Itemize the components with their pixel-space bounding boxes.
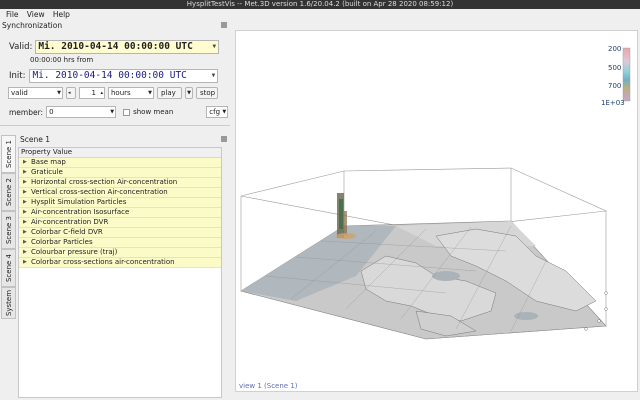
step-value: 1 bbox=[91, 89, 96, 97]
tree-item-label: Graticule bbox=[31, 168, 63, 176]
tree-item[interactable]: ▶ Colorbar Particles bbox=[19, 238, 221, 248]
tree-item-label: Air-concentration Isosurface bbox=[31, 208, 130, 216]
chevron-down-icon: ▼ bbox=[222, 109, 227, 115]
menu-view[interactable]: View bbox=[24, 9, 48, 20]
tree-item[interactable]: ▶ Hysplit Simulation Particles bbox=[19, 198, 221, 208]
tab-label: System bbox=[4, 289, 13, 317]
dock-float-icon[interactable] bbox=[221, 136, 227, 142]
init-time-select[interactable]: Mi. 2010-04-14 00:00:00 UTC ▼ bbox=[29, 69, 219, 83]
expand-arrow-icon[interactable]: ▶ bbox=[23, 198, 31, 207]
chevron-down-icon: ▼ bbox=[212, 43, 217, 50]
time-unit-select[interactable]: hours ▼ bbox=[108, 87, 154, 99]
expand-arrow-icon[interactable]: ▶ bbox=[23, 238, 31, 247]
time-mode-select[interactable]: valid ▼ bbox=[8, 87, 63, 99]
member-label: member: bbox=[9, 107, 44, 117]
chevron-down-icon: ▼ bbox=[57, 90, 61, 96]
tree-header: Property Value bbox=[19, 148, 221, 158]
tree-item[interactable]: ▶ Colorbar C-field DVR bbox=[19, 228, 221, 238]
valid-time-select[interactable]: Mi. 2010-04-14 00:00:00 UTC ▼ bbox=[35, 40, 220, 54]
show-mean-checkbox[interactable]: show mean bbox=[123, 108, 173, 116]
scene-panel-title: Scene 1 bbox=[20, 135, 51, 144]
play-button[interactable]: play bbox=[157, 87, 182, 99]
3d-viewport[interactable]: 200 500 700 1E+03 bbox=[235, 30, 638, 392]
tab-label: Scene 2 bbox=[4, 177, 13, 207]
tree-item-label: Colorbar cross-sections air-concentratio… bbox=[31, 258, 175, 266]
tab-label: Scene 4 bbox=[4, 253, 13, 283]
tree-item-label: Colorbar C-field DVR bbox=[31, 228, 103, 236]
tree-item-label: Base map bbox=[31, 158, 66, 166]
colorbar-tick: 1E+03 bbox=[601, 99, 625, 107]
step-back-button[interactable]: ◂ bbox=[66, 87, 76, 99]
expand-arrow-icon[interactable]: ▶ bbox=[23, 218, 31, 227]
play-options-button[interactable]: ▼ bbox=[185, 87, 193, 99]
tab-scene-4[interactable]: Scene 4 bbox=[1, 249, 16, 287]
tree-item[interactable]: ▶ Colorbar cross-sections air-concentrati… bbox=[19, 258, 221, 268]
hours-from-label: 00:00:00 hrs from bbox=[30, 56, 94, 64]
scene-render: 200 500 700 1E+03 bbox=[240, 45, 631, 340]
tree-item-label: Vertical cross-section Air-concentration bbox=[31, 188, 168, 196]
scene-property-tree[interactable]: Property Value ▶ Base map ▶ Graticule ▶ Horiz… bbox=[18, 147, 222, 398]
expand-arrow-icon[interactable]: ▶ bbox=[23, 168, 31, 177]
chevron-down-icon: ▼ bbox=[110, 109, 115, 115]
spin-icon: ▴ bbox=[100, 90, 103, 96]
chevron-down-icon: ▼ bbox=[148, 90, 152, 96]
cfg-button[interactable]: cfg ▼ bbox=[206, 106, 229, 118]
chevron-down-icon: ▼ bbox=[211, 72, 216, 79]
menu-file[interactable]: File bbox=[3, 9, 22, 20]
tree-item[interactable]: ▶ Horizontal cross-section Air-concentrat… bbox=[19, 178, 221, 188]
expand-arrow-icon[interactable]: ▶ bbox=[23, 258, 31, 267]
colorbar bbox=[622, 47, 631, 102]
cfg-label: cfg bbox=[209, 108, 221, 116]
expand-arrow-icon[interactable]: ▶ bbox=[23, 158, 31, 167]
tree-item[interactable]: ▶ Air-concentration DVR bbox=[19, 218, 221, 228]
valid-label: Valid: bbox=[9, 42, 33, 52]
tab-label: Scene 3 bbox=[4, 215, 13, 245]
member-value: 0 bbox=[49, 108, 54, 116]
time-mode-value: valid bbox=[11, 89, 28, 97]
expand-arrow-icon[interactable]: ▶ bbox=[23, 178, 31, 187]
tree-item-label: Colourbar pressure (traj) bbox=[31, 248, 118, 256]
tab-scene-3[interactable]: Scene 3 bbox=[1, 211, 16, 249]
sync-section-label: Synchronization bbox=[2, 21, 63, 30]
tab-label: Scene 1 bbox=[4, 139, 13, 169]
sea-region bbox=[514, 312, 538, 320]
tree-item-label: Horizontal cross-section Air-concentrati… bbox=[31, 178, 178, 186]
view-label: view 1 (Scene 1) bbox=[239, 382, 298, 390]
tab-system[interactable]: System bbox=[1, 287, 16, 319]
checkbox-icon bbox=[123, 108, 131, 116]
expand-arrow-icon[interactable]: ▶ bbox=[23, 188, 31, 197]
tree-item-label: Colorbar Particles bbox=[31, 238, 93, 246]
play-label: play bbox=[161, 89, 176, 97]
window-titlebar: HysplitTestVis -- Met.3D version 1.6/20.… bbox=[0, 0, 640, 9]
stop-label: stop bbox=[200, 89, 216, 97]
colorbar-tick: 200 bbox=[608, 45, 621, 53]
valid-time-value: Mi. 2010-04-14 00:00:00 UTC bbox=[38, 41, 193, 52]
menu-help[interactable]: Help bbox=[50, 9, 73, 20]
dock-float-icon[interactable] bbox=[221, 22, 227, 28]
tree-item-label: Hysplit Simulation Particles bbox=[31, 198, 127, 206]
colorbar-tick: 700 bbox=[608, 82, 621, 90]
show-mean-label: show mean bbox=[133, 108, 174, 116]
expand-arrow-icon[interactable]: ▶ bbox=[23, 228, 31, 237]
colorbar-tick: 500 bbox=[608, 64, 621, 72]
menubar: File View Help bbox=[0, 9, 640, 20]
tree-item[interactable]: ▶ Colourbar pressure (traj) bbox=[19, 248, 221, 258]
tree-item[interactable]: ▶ Vertical cross-section Air-concentratio… bbox=[19, 188, 221, 198]
tab-scene-2[interactable]: Scene 2 bbox=[1, 173, 16, 211]
expand-arrow-icon[interactable]: ▶ bbox=[23, 248, 31, 257]
tree-item-label: Air-concentration DVR bbox=[31, 218, 109, 226]
step-spinbox[interactable]: 1 ▴ bbox=[79, 87, 105, 99]
time-unit-value: hours bbox=[111, 89, 131, 97]
member-select[interactable]: 0 ▼ bbox=[46, 106, 117, 118]
tree-item[interactable]: ▶ Air-concentration Isosurface bbox=[19, 208, 221, 218]
expand-arrow-icon[interactable]: ▶ bbox=[23, 208, 31, 217]
tree-item[interactable]: ▶ Graticule bbox=[19, 168, 221, 178]
tab-scene-1[interactable]: Scene 1 bbox=[1, 135, 16, 173]
init-time-value: Mi. 2010-04-14 00:00:00 UTC bbox=[32, 70, 187, 81]
tree-item[interactable]: ▶ Base map bbox=[19, 158, 221, 168]
init-label: Init: bbox=[9, 71, 26, 81]
stop-button[interactable]: stop bbox=[196, 87, 218, 99]
panel-divider bbox=[0, 125, 230, 126]
